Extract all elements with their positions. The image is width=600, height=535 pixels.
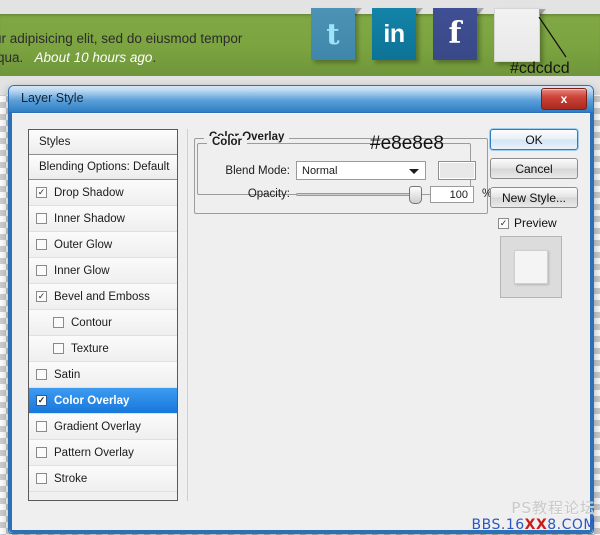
style-row-satin[interactable]: Satin bbox=[29, 362, 177, 388]
dialog-body: Styles Blending Options: Default Drop Sh… bbox=[9, 113, 593, 533]
style-row-label: Contour bbox=[71, 316, 112, 329]
chevron-down-icon bbox=[409, 169, 419, 174]
style-row-texture[interactable]: Texture bbox=[29, 336, 177, 362]
settings-pane: Color Overlay Color Blend Mode: Normal O… bbox=[187, 129, 492, 501]
preview-thumbnail-shape bbox=[514, 250, 548, 284]
dialog-titlebar[interactable]: Layer Style x bbox=[9, 86, 593, 113]
style-row-inner-shadow[interactable]: Inner Shadow bbox=[29, 206, 177, 232]
style-row-gradient-overlay[interactable]: Gradient Overlay bbox=[29, 414, 177, 440]
style-checkbox[interactable] bbox=[36, 187, 47, 198]
banner-timestamp-period: . bbox=[152, 50, 157, 65]
ok-button[interactable]: OK bbox=[490, 129, 578, 150]
style-row-label: Texture bbox=[71, 342, 109, 355]
style-row-drop-shadow[interactable]: Drop Shadow bbox=[29, 180, 177, 206]
annotation-cdcdcd: #cdcdcd bbox=[510, 60, 570, 77]
style-row-label: Outer Glow bbox=[54, 238, 113, 251]
style-row-label: Inner Shadow bbox=[54, 212, 125, 225]
icon-fold-corner bbox=[416, 8, 423, 16]
opacity-input[interactable]: 100 bbox=[430, 186, 474, 203]
style-checkbox[interactable] bbox=[53, 317, 64, 328]
opacity-value: 100 bbox=[449, 189, 468, 201]
style-row-label: Bevel and Emboss bbox=[54, 290, 150, 303]
blank-glyph bbox=[495, 9, 539, 61]
style-row-contour[interactable]: Contour bbox=[29, 310, 177, 336]
banner-timestamp: About 10 hours ago bbox=[34, 50, 153, 65]
layer-style-dialog: Layer Style x Styles Blending Options: D… bbox=[8, 85, 594, 534]
style-row-color-overlay[interactable]: Color Overlay bbox=[29, 388, 177, 414]
twitter-icon[interactable]: t bbox=[311, 8, 362, 60]
linkedin-glyph: in bbox=[383, 19, 405, 48]
dialog-button-column: OK Cancel New Style... Preview bbox=[490, 129, 588, 298]
style-row-label: Drop Shadow bbox=[54, 186, 124, 199]
facebook-icon[interactable]: f bbox=[433, 8, 484, 60]
banner-text-tail: iqua. bbox=[0, 50, 24, 65]
cancel-button[interactable]: Cancel bbox=[490, 158, 578, 179]
icon-fold-corner bbox=[355, 8, 362, 16]
color-legend: Color bbox=[207, 136, 248, 148]
blend-mode-label: Blend Mode: bbox=[225, 165, 290, 177]
style-checkbox[interactable] bbox=[53, 343, 64, 354]
preview-label: Preview bbox=[514, 216, 557, 230]
annotation-e8e8e8: #e8e8e8 bbox=[370, 133, 444, 154]
facebook-glyph: f bbox=[448, 16, 462, 51]
icon-fold-corner bbox=[539, 9, 546, 17]
close-icon[interactable]: x bbox=[541, 88, 587, 110]
dialog-title: Layer Style bbox=[21, 91, 84, 105]
dialog-inner: Styles Blending Options: Default Drop Sh… bbox=[12, 113, 590, 530]
style-row-label: Color Overlay bbox=[54, 394, 130, 407]
banner-text-line-1: ur adipisicing elit, sed do eiusmod temp… bbox=[0, 31, 243, 46]
style-checkbox[interactable] bbox=[36, 291, 47, 302]
color-swatch-button[interactable] bbox=[438, 161, 476, 180]
style-checkbox[interactable] bbox=[36, 239, 47, 250]
preview-checkbox-row[interactable]: Preview bbox=[498, 216, 588, 230]
preview-checkbox[interactable] bbox=[498, 217, 509, 229]
style-checkbox[interactable] bbox=[36, 369, 47, 380]
style-row-label: Pattern Overlay bbox=[54, 446, 134, 459]
styles-list-header: Styles bbox=[29, 130, 177, 155]
style-checkbox[interactable] bbox=[36, 395, 47, 406]
blank-placeholder-icon[interactable] bbox=[494, 8, 546, 62]
social-banner: ur adipisicing elit, sed do eiusmod temp… bbox=[0, 0, 600, 95]
style-row-pattern-overlay[interactable]: Pattern Overlay bbox=[29, 440, 177, 466]
style-row-label: Satin bbox=[54, 368, 81, 381]
style-row-label: Stroke bbox=[54, 472, 88, 485]
style-row-outer-glow[interactable]: Outer Glow bbox=[29, 232, 177, 258]
blend-mode-select[interactable]: Normal bbox=[296, 161, 426, 180]
styles-list-panel: Styles Blending Options: Default Drop Sh… bbox=[28, 129, 178, 501]
style-row-stroke[interactable]: Stroke bbox=[29, 466, 177, 492]
style-row-label: Gradient Overlay bbox=[54, 420, 141, 433]
style-checkbox[interactable] bbox=[36, 213, 47, 224]
icon-fold-corner bbox=[477, 8, 484, 16]
blend-mode-value: Normal bbox=[302, 165, 338, 177]
style-checkbox[interactable] bbox=[36, 265, 47, 276]
opacity-slider-thumb[interactable] bbox=[409, 186, 422, 204]
style-row-label: Inner Glow bbox=[54, 264, 110, 277]
banner-text-line-2: iqua. About 10 hours ago. bbox=[0, 50, 156, 65]
linkedin-icon[interactable]: in bbox=[372, 8, 423, 60]
styles-rows-container: Drop Shadow Inner Shadow Outer Glow Inner G… bbox=[29, 180, 177, 492]
twitter-glyph: t bbox=[326, 16, 340, 51]
style-checkbox[interactable] bbox=[36, 447, 47, 458]
style-row-bevel-and-emboss[interactable]: Bevel and Emboss bbox=[29, 284, 177, 310]
opacity-label: Opacity: bbox=[247, 188, 290, 200]
opacity-slider-track[interactable] bbox=[296, 193, 420, 196]
preview-thumbnail bbox=[500, 236, 562, 298]
style-checkbox[interactable] bbox=[36, 473, 47, 484]
style-checkbox[interactable] bbox=[36, 421, 47, 432]
new-style-button[interactable]: New Style... bbox=[490, 187, 578, 208]
blending-options-row[interactable]: Blending Options: Default bbox=[29, 155, 177, 180]
style-row-inner-glow[interactable]: Inner Glow bbox=[29, 258, 177, 284]
